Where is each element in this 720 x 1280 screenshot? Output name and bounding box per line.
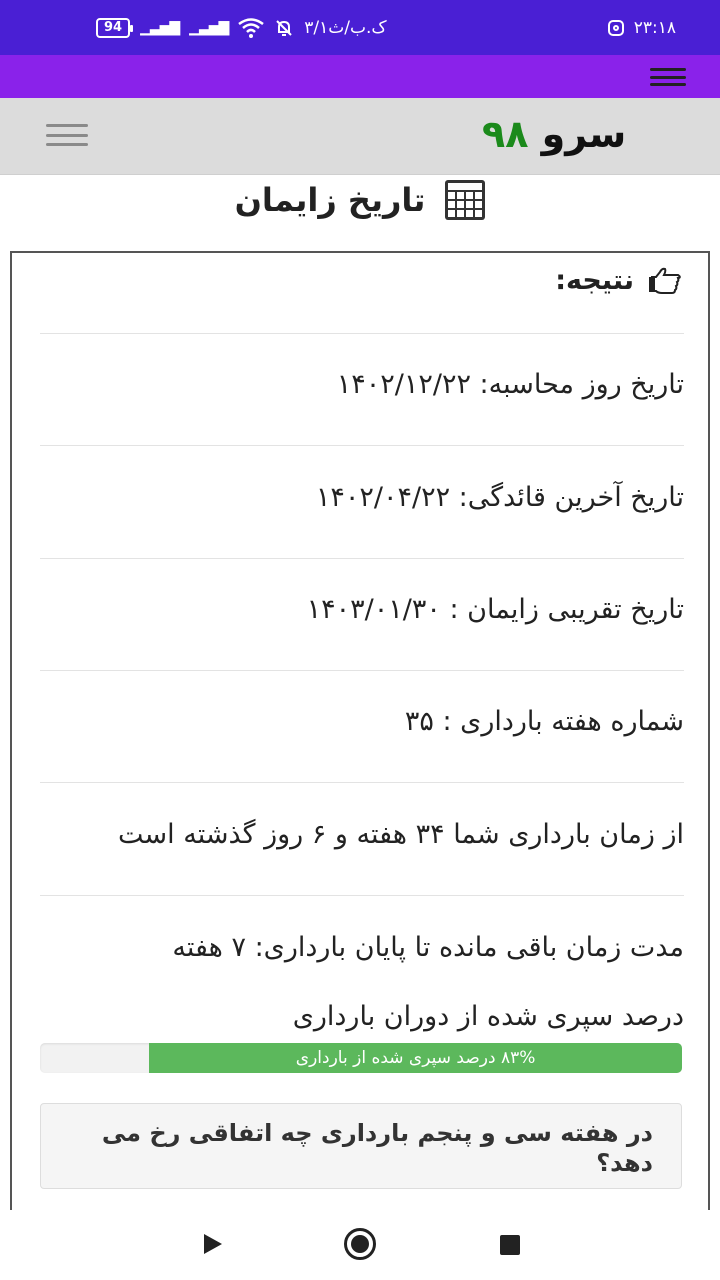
site-logo[interactable]: سرو ۹۸ <box>482 112 626 156</box>
recent-apps-icon[interactable] <box>500 1235 520 1255</box>
status-left: 94 ▁▃▅▇ ▁▃▅▇ ۳/۱ک.ب/ث <box>96 17 387 38</box>
calc-date-row: تاریخ روز محاسبه: ۱۴۰۲/۱۲/۲۲ <box>336 369 684 400</box>
menu-icon[interactable] <box>650 68 686 86</box>
instagram-icon <box>607 19 624 36</box>
progress-fill: ۸۳% درصد سپری شده از بارداری <box>149 1043 682 1073</box>
result-heading: نتیجه: <box>555 265 682 296</box>
wifi-icon <box>238 17 264 38</box>
divider <box>40 333 684 334</box>
divider <box>40 895 684 896</box>
back-icon[interactable] <box>204 1234 222 1254</box>
hand-pointer-icon <box>649 267 681 294</box>
divider <box>40 558 684 559</box>
status-bar: 94 ▁▃▅▇ ▁▃▅▇ ۳/۱ک.ب/ث ۲۳:۱۸ <box>0 0 720 55</box>
app-header: سرو ۹۸ <box>0 98 720 175</box>
divider <box>40 782 684 783</box>
status-right: ۲۳:۱۸ <box>607 17 676 38</box>
page-title: تاریخ زایمان <box>0 174 720 226</box>
signal-icon-2: ▁▃▅▇ <box>189 19 229 36</box>
logo-word: سرو <box>541 112 627 156</box>
elapsed-row: از زمان بارداری شما ۳۴ هفته و ۶ روز گذشت… <box>118 819 684 850</box>
battery-icon: 94 <box>96 17 134 38</box>
system-nav-bar <box>0 1210 720 1280</box>
percent-label: درصد سپری شده از دوران بارداری <box>292 1001 684 1032</box>
home-icon[interactable] <box>344 1228 376 1260</box>
top-toolbar <box>0 55 720 98</box>
page-title-text: تاریخ زایمان <box>234 181 426 219</box>
week-info-button[interactable]: در هفته سی و پنجم بارداری چه اتفاقی رخ م… <box>40 1103 682 1189</box>
due-date-row: تاریخ تقریبی زایمان : ۱۴۰۳/۰۱/۳۰ <box>306 594 684 625</box>
result-heading-text: نتیجه: <box>555 265 634 296</box>
calculator-icon <box>445 180 486 220</box>
week-number-row: شماره هفته بارداری : ۳۵ <box>404 706 684 737</box>
remaining-row: مدت زمان باقی مانده تا پایان بارداری: ۷ … <box>172 932 684 963</box>
signal-icon: ▁▃▅▇ <box>140 19 180 36</box>
pregnancy-progress-bar: ۸۳% درصد سپری شده از بارداری <box>40 1043 682 1073</box>
hamburger-menu-icon[interactable] <box>46 124 88 146</box>
divider <box>40 445 684 446</box>
logo-number: ۹۸ <box>482 112 529 156</box>
result-card: نتیجه: تاریخ روز محاسبه: ۱۴۰۲/۱۲/۲۲ تاری… <box>10 251 710 1231</box>
last-period-row: تاریخ آخرین قائدگی: ۱۴۰۲/۰۴/۲۲ <box>315 482 684 513</box>
divider <box>40 670 684 671</box>
status-time: ۲۳:۱۸ <box>633 17 676 38</box>
data-speed: ۳/۱ک.ب/ث <box>304 17 387 38</box>
bell-off-icon <box>276 19 292 36</box>
